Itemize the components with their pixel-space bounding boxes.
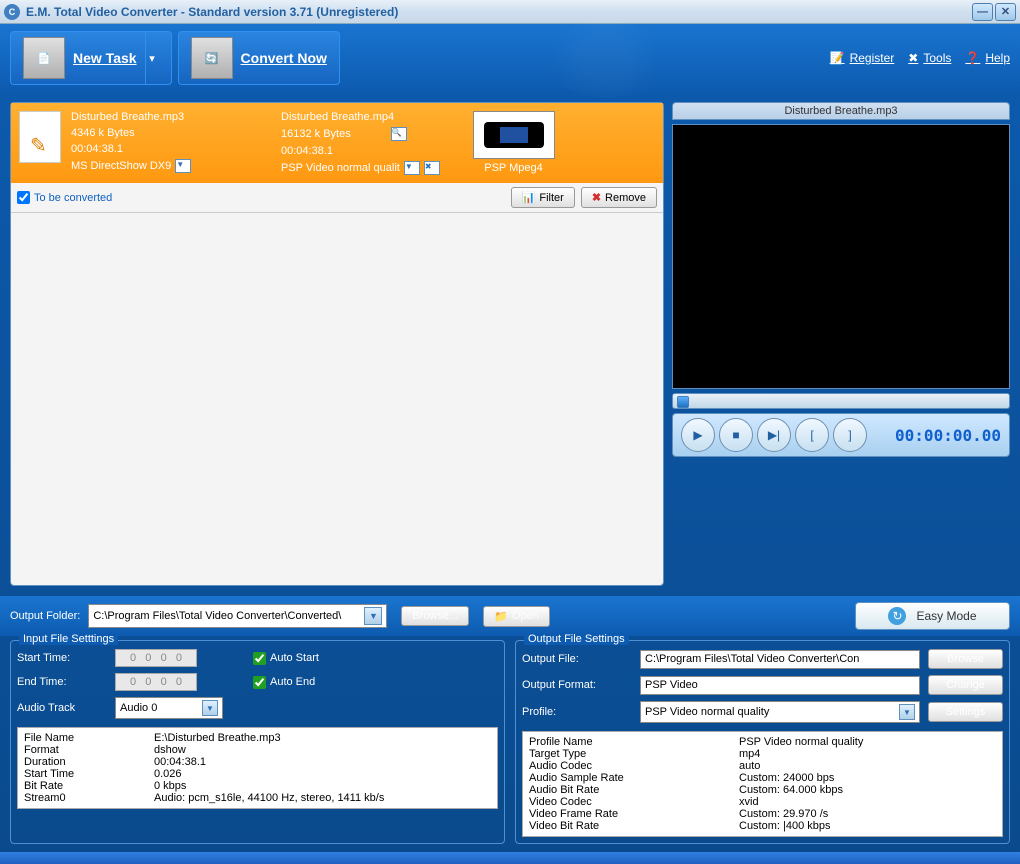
output-file-label: Output File: [522,653,632,665]
output-folder-label: Output Folder: [10,610,80,622]
remove-button[interactable]: ✖Remove [581,187,657,208]
output-info-box: Profile NamePSP Video normal qualityTarg… [522,731,1003,837]
bracket-open-button[interactable]: [ [795,418,829,452]
chevron-down-icon[interactable]: ▼ [202,700,218,716]
output-legend: Output File Settings [524,633,629,645]
convert-now-label: Convert Now [241,50,327,66]
help-link[interactable]: ❓ Help [965,51,1010,65]
filter-button[interactable]: 📊Filter [511,187,575,208]
tools-icon: ✖ [908,51,918,65]
bracket-close-button[interactable]: ] [833,418,867,452]
new-task-icon: 📄 [23,37,65,79]
dest-profile-dropdown[interactable]: ▼ [404,161,420,175]
next-button[interactable]: ▶| [757,418,791,452]
start-time-input[interactable] [115,649,197,667]
audio-track-label: Audio Track [17,702,107,714]
filter-icon: 📊 [522,191,536,204]
video-preview[interactable] [672,124,1010,389]
easy-mode-button[interactable]: ↻Easy Mode [855,602,1010,630]
dest-duration: 00:04:38.1 [281,145,461,157]
dest-filename: Disturbed Breathe.mp4 [281,111,461,123]
convert-now-button[interactable]: 🔄 Convert Now [178,31,340,85]
new-task-button[interactable]: 📄 New Task ▾ [10,31,172,85]
play-button[interactable]: ▶ [681,418,715,452]
remove-icon: ✖ [592,191,601,204]
device-image [473,111,555,159]
end-time-input[interactable] [115,673,197,691]
device-name: PSP Mpeg4 [484,162,543,174]
source-codec-dropdown[interactable]: ▼ [175,159,191,173]
dest-size: 16132 k Bytes [281,128,351,140]
filter-row: To be converted 📊Filter ✖Remove [11,183,663,213]
dest-zoom-icon[interactable]: 🔍 [391,127,407,141]
output-browse-button[interactable]: Browse [928,649,1003,669]
browse-folder-button[interactable]: Browse... [401,606,469,626]
help-icon: ❓ [965,51,980,65]
profile-label: Profile: [522,706,632,718]
chevron-down-icon[interactable]: ▼ [899,704,915,720]
profile-settings-button[interactable]: Settings [928,702,1003,722]
tools-link[interactable]: ✖ Tools [908,51,951,65]
profile-select[interactable]: PSP Video normal quality▼ [640,701,920,723]
source-codec: MS DirectShow DX9 [71,160,171,172]
source-duration: 00:04:38.1 [71,143,271,155]
source-size: 4346 k Bytes [71,127,271,139]
refresh-icon: ↻ [888,607,906,625]
output-format-field[interactable]: PSP Video [640,676,920,695]
start-time-label: Start Time: [17,652,107,664]
auto-start-checkbox[interactable]: Auto Start [253,652,343,665]
new-task-dropdown[interactable]: ▾ [145,32,159,84]
player-controls: ▶ ■ ▶| [ ] 00:00:00.00 [672,413,1010,457]
timecode: 00:00:00.00 [895,426,1001,445]
main-toolbar: 📄 New Task ▾ 🔄 Convert Now 📝 Register ✖ … [0,24,1020,92]
app-icon: C [4,4,20,20]
output-folder-row: Output Folder: C:\Program Files\Total Vi… [0,596,1020,636]
input-settings-fieldset: Input File Setttings Start Time: Auto St… [10,640,505,844]
output-settings-fieldset: Output File Settings Output File: C:\Pro… [515,640,1010,844]
source-filename: Disturbed Breathe.mp3 [71,111,271,123]
open-folder-button[interactable]: 📁Open [483,606,550,627]
task-list-pane: Disturbed Breathe.mp3 4346 k Bytes 00:04… [10,102,664,586]
output-folder-combo[interactable]: C:\Program Files\Total Video Converter\C… [88,604,387,628]
input-legend: Input File Setttings [19,633,118,645]
film-reel-decoration [540,19,670,97]
os-taskbar [0,852,1020,864]
output-file-field[interactable]: C:\Program Files\Total Video Converter\C… [640,650,920,669]
output-format-label: Output Format: [522,679,632,691]
preview-title: Disturbed Breathe.mp3 [672,102,1010,120]
dest-profile: PSP Video normal qualit [281,162,400,174]
file-icon [19,111,61,163]
playback-slider[interactable] [672,393,1010,409]
register-icon: 📝 [830,51,845,65]
new-task-label: New Task [73,50,137,66]
close-button[interactable]: ✕ [995,3,1016,21]
to-be-converted-checkbox[interactable]: To be converted [17,191,112,204]
change-format-button[interactable]: Change [928,675,1003,695]
window-title: E.M. Total Video Converter - Standard ve… [26,5,972,19]
input-info-box: File NameE:\Disturbed Breathe.mp3Formatd… [17,727,498,809]
audio-track-select[interactable]: Audio 0▼ [115,697,223,719]
titlebar: C E.M. Total Video Converter - Standard … [0,0,1020,24]
task-row[interactable]: Disturbed Breathe.mp3 4346 k Bytes 00:04… [11,103,663,183]
folder-icon: 📁 [494,610,508,623]
stop-button[interactable]: ■ [719,418,753,452]
dest-profile-settings-icon[interactable]: ✖ [424,161,440,175]
auto-end-checkbox[interactable]: Auto End [253,676,343,689]
register-link[interactable]: 📝 Register [830,51,895,65]
end-time-label: End Time: [17,676,107,688]
convert-now-icon: 🔄 [191,37,233,79]
minimize-button[interactable]: — [972,3,993,21]
chevron-down-icon[interactable]: ▼ [364,607,382,625]
